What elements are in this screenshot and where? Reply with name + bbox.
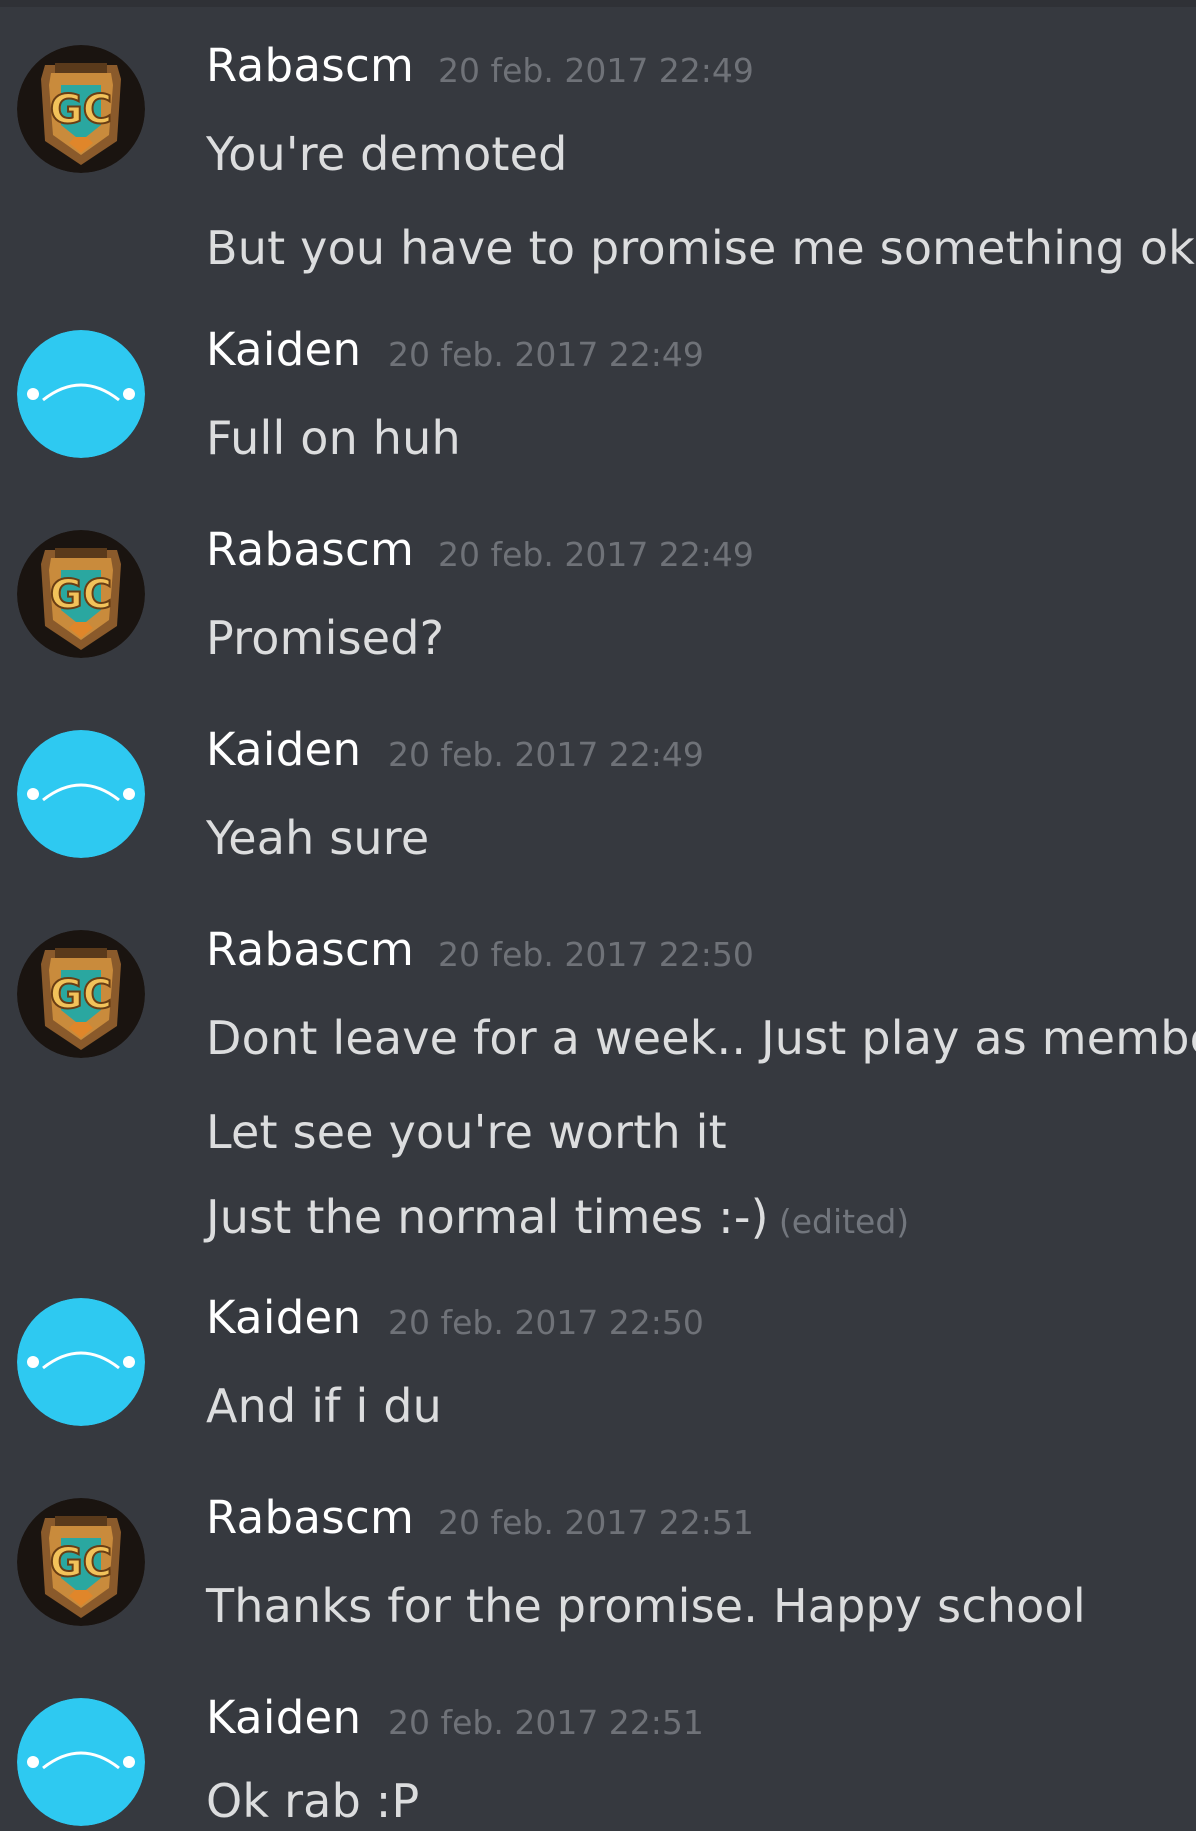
message-timestamp: 20 feb. 2017 22:49	[388, 735, 704, 774]
message-author[interactable]: Kaiden	[206, 1290, 361, 1346]
message-text: But you have to promise me something oka…	[206, 221, 1196, 275]
message-timestamp: 20 feb. 2017 22:50	[438, 935, 754, 974]
message-text: Ok rab :P	[206, 1774, 420, 1828]
message-author[interactable]: Rabascm	[206, 522, 414, 578]
gc-shield-emblem-icon: GC	[17, 45, 145, 173]
avatar[interactable]	[17, 1298, 145, 1426]
message-text: Yeah sure	[206, 811, 430, 865]
message-author[interactable]: Kaiden	[206, 722, 361, 778]
avatar[interactable]	[17, 330, 145, 458]
message-text-edited: Just the normal times :-) (edited)	[206, 1187, 909, 1252]
svg-text:GC: GC	[50, 87, 112, 133]
message-author[interactable]: Rabascm	[206, 1490, 414, 1546]
message-text: Let see you're worth it	[206, 1105, 727, 1159]
message-timestamp: 20 feb. 2017 22:51	[388, 1703, 704, 1742]
gc-shield-emblem-icon: GC	[17, 1498, 145, 1626]
message-timestamp: 20 feb. 2017 22:51	[438, 1503, 754, 1542]
message-text: And if i du	[206, 1379, 442, 1433]
message-text: Full on huh	[206, 411, 461, 465]
message-text: Promised?	[206, 611, 445, 665]
gc-shield-emblem-icon: GC	[17, 930, 145, 1058]
message-text: Dont leave for a week.. Just play as mem…	[206, 1011, 1196, 1065]
frown-face-icon	[17, 730, 145, 858]
message-timestamp: 20 feb. 2017 22:49	[438, 535, 754, 574]
frown-face-icon	[17, 1298, 145, 1426]
message-author[interactable]: Kaiden	[206, 1690, 361, 1746]
avatar[interactable]: GC	[17, 930, 145, 1058]
message-author[interactable]: Rabascm	[206, 38, 414, 94]
chat-message-list[interactable]: GC Rabascm 20 feb. 2017 22:49 You're dem…	[0, 0, 1196, 1828]
gc-shield-emblem-icon: GC	[17, 530, 145, 658]
message-text: You're demoted	[206, 127, 568, 181]
avatar[interactable]	[17, 730, 145, 858]
svg-text:GC: GC	[50, 1540, 112, 1586]
message-author[interactable]: Kaiden	[206, 322, 361, 378]
frown-face-icon	[17, 1698, 145, 1826]
frown-face-icon	[17, 330, 145, 458]
message-text: Just the normal times :-)	[206, 1190, 769, 1244]
edited-label: (edited)	[778, 1202, 910, 1241]
message-timestamp: 20 feb. 2017 22:50	[388, 1303, 704, 1342]
avatar[interactable]	[17, 1698, 145, 1826]
svg-text:GC: GC	[50, 572, 112, 618]
avatar[interactable]: GC	[17, 530, 145, 658]
message-author[interactable]: Rabascm	[206, 922, 414, 978]
avatar[interactable]: GC	[17, 45, 145, 173]
avatar[interactable]: GC	[17, 1498, 145, 1626]
svg-text:GC: GC	[50, 972, 112, 1018]
message-text: Thanks for the promise. Happy school	[206, 1579, 1086, 1633]
message-timestamp: 20 feb. 2017 22:49	[388, 335, 704, 374]
message-timestamp: 20 feb. 2017 22:49	[438, 51, 754, 90]
